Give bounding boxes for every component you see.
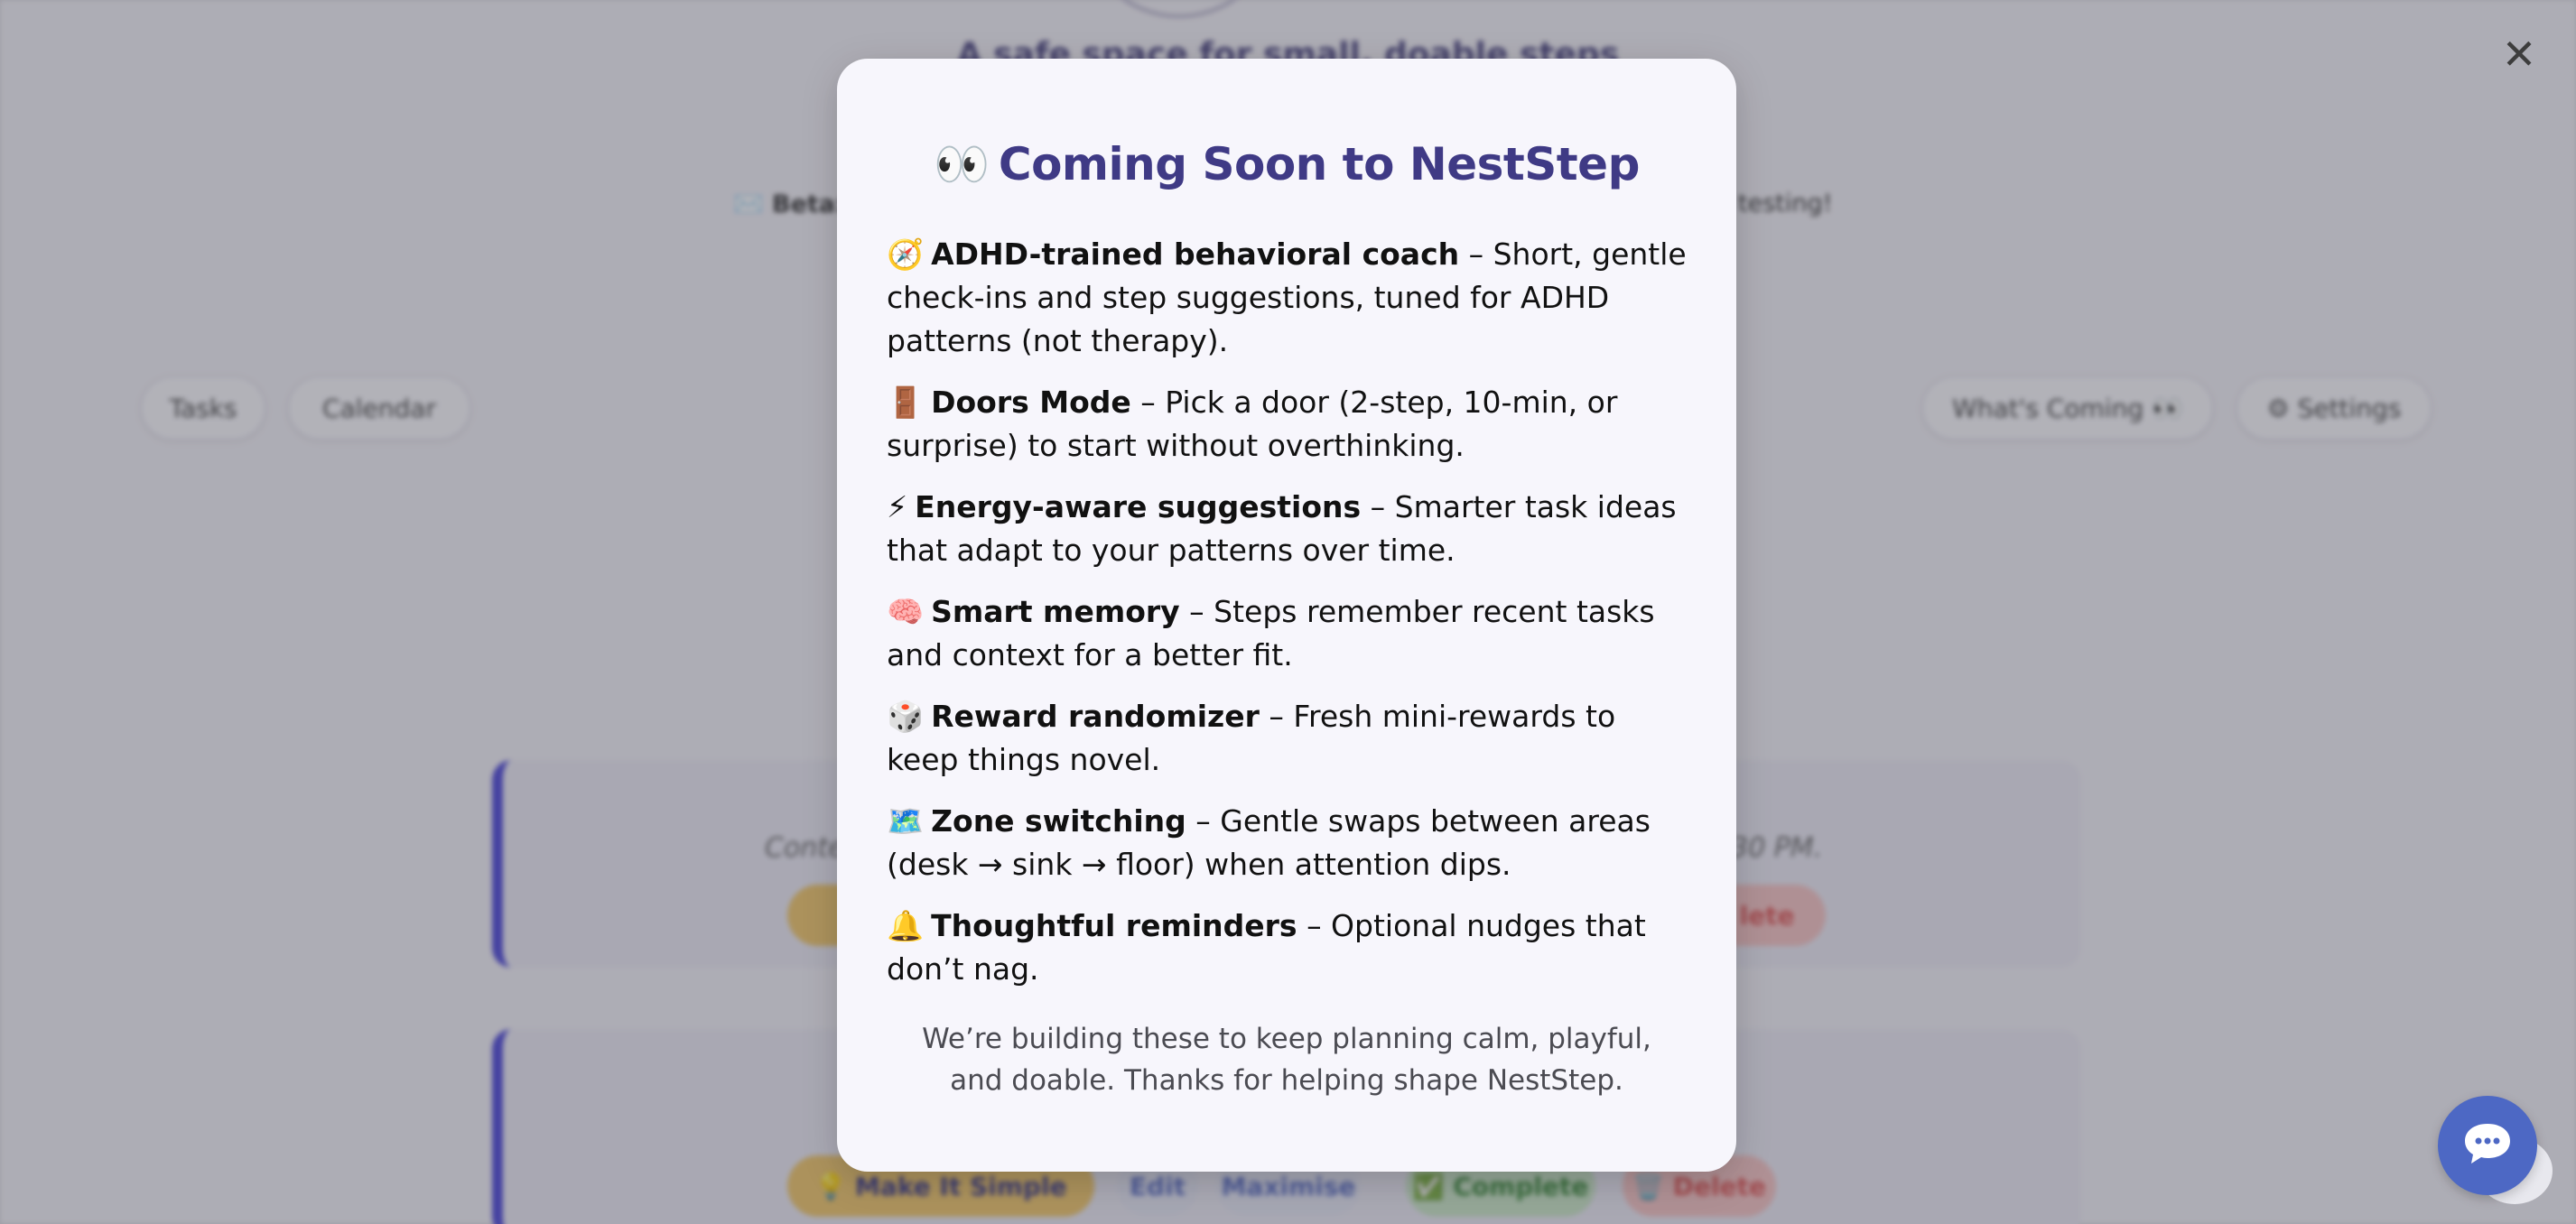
dice-icon: 🎲 xyxy=(887,699,925,734)
feature-item-zone-switching: 🗺️ Zone switching – Gentle swaps between … xyxy=(887,800,1687,886)
modal-footer-note: We’re building these to keep planning ca… xyxy=(922,1023,1651,1097)
compass-icon: 🧭 xyxy=(887,236,925,272)
chat-bubble-icon xyxy=(2462,1120,2513,1171)
door-icon: 🚪 xyxy=(887,385,925,420)
feature-item-smart-memory: 🧠 Smart memory – Steps remember recent ta… xyxy=(887,590,1687,677)
feature-item-doors-mode: 🚪 Doors Mode – Pick a door (2-step, 10-mi… xyxy=(887,381,1687,468)
feature-name: Reward randomizer xyxy=(931,699,1260,734)
lightning-icon: ⚡ xyxy=(887,489,908,524)
feature-name: Doors Mode xyxy=(931,385,1131,420)
feature-name: Thoughtful reminders xyxy=(931,908,1297,943)
map-icon: 🗺️ xyxy=(887,803,925,839)
feature-name: ADHD-trained behavioral coach xyxy=(931,236,1460,272)
feature-name: Zone switching xyxy=(931,803,1186,839)
feature-name: Energy-aware suggestions xyxy=(915,489,1362,524)
modal-title: 👀 Coming Soon to NestStep xyxy=(887,138,1687,191)
feature-item-energy: ⚡ Energy-aware suggestions – Smarter task… xyxy=(887,486,1687,572)
coming-soon-modal: 👀 Coming Soon to NestStep 🧭 ADHD-trained b… xyxy=(837,59,1736,1172)
chat-button[interactable] xyxy=(2438,1096,2537,1195)
eyes-icon: 👀 xyxy=(934,138,990,190)
feature-item-reward-randomizer: 🎲 Reward randomizer – Fresh mini-rewards … xyxy=(887,695,1687,782)
feature-name: Smart memory xyxy=(931,594,1180,629)
bell-icon: 🔔 xyxy=(887,908,925,943)
close-icon[interactable]: ✕ xyxy=(2499,33,2539,75)
feature-item-reminders: 🔔 Thoughtful reminders – Optional nudges … xyxy=(887,904,1687,991)
feature-item-coach: 🧭 ADHD-trained behavioral coach – Short, … xyxy=(887,233,1687,363)
modal-title-text: Coming Soon to NestStep xyxy=(998,138,1640,190)
brain-icon: 🧠 xyxy=(887,594,925,629)
